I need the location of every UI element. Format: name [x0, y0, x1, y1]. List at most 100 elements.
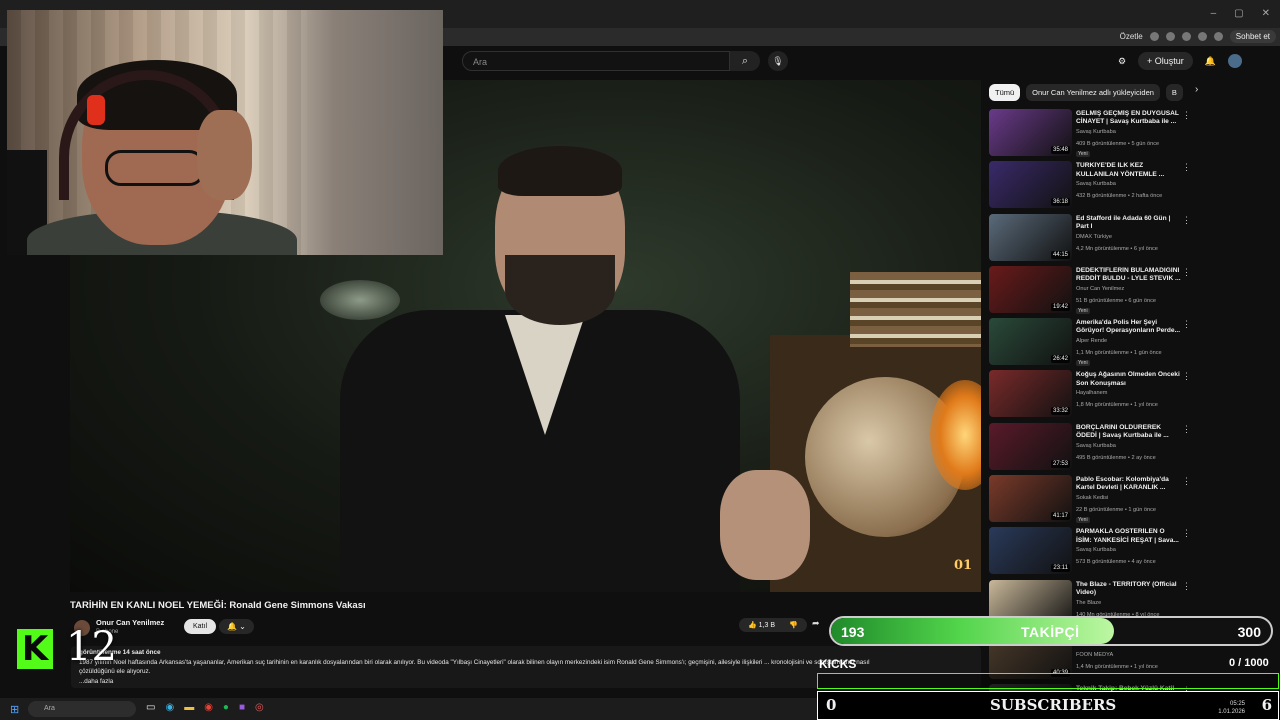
recommendation-item[interactable]: 44:15 Ed Stafford ile Adada 60 Gün | Par… [989, 213, 1199, 265]
create-button[interactable]: + Oluştur [1138, 52, 1193, 70]
recommendation-title[interactable]: Amerika'da Polis Her Şeyi Görüyor! Opera… [1076, 319, 1182, 335]
system-clock[interactable]: 05:25 1.01.2026 [1185, 698, 1245, 716]
like-button[interactable]: 👍 1,3 B [748, 621, 775, 629]
task-view-icon[interactable]: ▭ [146, 702, 155, 713]
more-options-icon[interactable]: ⋮ [1182, 110, 1191, 121]
recommendation-channel[interactable]: The Blaze [1076, 600, 1101, 606]
recommendation-title[interactable]: Koğuş Ağasının Ölmeden Önceki Son Konuşm… [1076, 371, 1182, 387]
recommendation-item[interactable]: 27:53 BORÇLARINI ÖLDÜREREK ÖDEDİ | Savaş… [989, 422, 1199, 474]
recommendation-title[interactable]: PARMAKLA GÖSTERİLEN O İSİM: YANKESİCİ RE… [1076, 528, 1182, 544]
maximize-button[interactable]: ▢ [1234, 8, 1243, 19]
video-thumbnail[interactable]: 33:32 [989, 370, 1072, 418]
recommendation-item[interactable]: 41:17 Pablo Escobar: Kolombiya'da Kartel… [989, 474, 1199, 526]
kicks-progress-bar [817, 673, 1279, 689]
recommendation-item[interactable]: 35:48 GELMİŞ GEÇMİŞ EN DUYGUSAL CİNAYET … [989, 108, 1199, 160]
chip-more[interactable]: B [1165, 84, 1183, 101]
recommendation-meta: 51 B görüntülenme • 6 gün önce [1076, 297, 1157, 304]
subscribe-bell-button[interactable]: 🔔 ⌄ [219, 619, 254, 634]
recommendation-title[interactable]: The Blaze - TERRITORY (Official Video) [1076, 581, 1182, 597]
spotify-icon[interactable]: ● [223, 702, 229, 713]
recommendation-channel[interactable]: Onur Can Yenilmez [1076, 286, 1124, 292]
search-input[interactable]: Ara [462, 51, 730, 71]
chrome-icon[interactable]: ◉ [204, 702, 213, 713]
recommendation-channel[interactable]: Sokak Kedisi [1076, 495, 1108, 501]
share-icon[interactable]: ➦ [812, 618, 820, 629]
chevron-right-icon[interactable]: › [1195, 84, 1198, 101]
recommendation-channel[interactable]: Savaş Kurtbaba [1076, 443, 1116, 449]
notifications-icon[interactable]: 🔔 [1205, 56, 1216, 67]
refresh-icon[interactable] [1197, 32, 1207, 41]
video-thumbnail[interactable]: 26:42 [989, 318, 1072, 366]
recommendation-channel[interactable]: FOON MEDYA [1076, 652, 1113, 658]
more-options-icon[interactable]: ⋮ [1182, 371, 1191, 382]
join-button[interactable]: Katıl [184, 619, 217, 634]
more-options-icon[interactable]: ⋮ [1182, 424, 1191, 435]
recommendation-title[interactable]: DEDEKTİFLERİN BULAMADIĞINI REDDİT BULDU … [1076, 267, 1182, 283]
profile-icon[interactable] [1213, 32, 1223, 41]
recommendation-item[interactable]: 33:32 Koğuş Ağasının Ölmeden Önceki Son … [989, 369, 1199, 421]
video-thumbnail[interactable]: 41:17 [989, 475, 1072, 523]
video-thumbnail[interactable]: 23:11 [989, 527, 1072, 575]
recommendation-channel[interactable]: DMAX Türkiye [1076, 234, 1112, 240]
kicks-label: KICKS [819, 657, 857, 671]
video-duration: 19:42 [1050, 302, 1070, 311]
recommendation-title[interactable]: GELMİŞ GEÇMİŞ EN DUYGUSAL CİNAYET | Sava… [1076, 110, 1182, 126]
video-thumbnail[interactable]: 19:42 [989, 265, 1072, 313]
recommendation-item[interactable]: 19:42 DEDEKTİFLERİN BULAMADIĞINI REDDİT … [989, 265, 1199, 317]
video-thumbnail[interactable]: 36:18 [989, 161, 1072, 209]
edge-icon[interactable]: ◉ [165, 702, 174, 713]
recommendation-title[interactable]: TÜRKİYE'DE İLK KEZ KULLANILAN YÖNTEMLE .… [1076, 162, 1182, 178]
recommendation-channel[interactable]: Savaş Kurtbaba [1076, 129, 1116, 135]
taskbar-search[interactable]: Ara [28, 701, 136, 717]
microphone-icon[interactable]: 🎙 [768, 51, 788, 71]
subscribers-label: SUBSCRIBERS [990, 696, 1117, 714]
like-count: 1,3 B [758, 622, 776, 629]
extension-icon[interactable] [1181, 32, 1191, 41]
more-options-icon[interactable]: ⋮ [1182, 528, 1191, 539]
recommendation-channel[interactable]: Hayalhanem [1076, 390, 1107, 396]
chat-button[interactable]: Sohbet et [1229, 30, 1276, 43]
recommendation-meta: 432 B görüntülenme • 2 hafta önce [1076, 193, 1163, 200]
avatar[interactable] [1228, 54, 1242, 68]
app-icon[interactable]: ■ [239, 702, 245, 713]
more-options-icon[interactable]: ⋮ [1182, 581, 1191, 592]
dislike-button[interactable]: 👎 [789, 621, 798, 629]
app-icon[interactable]: ◎ [255, 702, 264, 713]
start-icon[interactable]: ⊞ [10, 703, 19, 716]
chip-all[interactable]: Tümü [989, 84, 1021, 101]
more-options-icon[interactable]: ⋮ [1182, 319, 1191, 330]
filter-chips: Tümü Onur Can Yenilmez adlı yükleyiciden… [989, 84, 1198, 101]
more-options-icon[interactable]: ⋮ [1182, 476, 1191, 487]
minimize-button[interactable]: – [1211, 8, 1217, 19]
recommendation-item[interactable]: 23:11 PARMAKLA GÖSTERİLEN O İSİM: YANKES… [989, 526, 1199, 578]
recommendation-title[interactable]: Pablo Escobar: Kolombiya'da Kartel Devle… [1076, 476, 1182, 492]
extension-icon[interactable] [1149, 32, 1159, 41]
video-books [850, 272, 981, 347]
follower-target: 300 [1237, 624, 1261, 640]
recommendation-channel[interactable]: Alper Rende [1076, 338, 1107, 344]
video-duration: 41:17 [1050, 512, 1070, 521]
channel-watermark: 01 [954, 558, 973, 573]
folder-icon[interactable]: ▬ [184, 702, 194, 713]
video-thumbnail[interactable]: 35:48 [989, 109, 1072, 156]
recommendation-item[interactable]: 26:42 Amerika'da Polis Her Şeyi Görüyor!… [989, 317, 1199, 369]
search-icon[interactable]: ⌕ [730, 51, 760, 71]
more-options-icon[interactable]: ⋮ [1182, 162, 1191, 173]
recommendation-item[interactable]: 36:18 TÜRKİYE'DE İLK KEZ KULLANILAN YÖNT… [989, 160, 1199, 212]
video-thumbnail[interactable]: 27:53 [989, 422, 1072, 470]
recommendation-title[interactable]: Ed Stafford ile Adada 60 Gün | Part I [1076, 215, 1182, 231]
video-duration: 44:15 [1050, 250, 1070, 259]
summarize-button[interactable]: Özetle [1120, 32, 1143, 41]
recommendation-channel[interactable]: Savaş Kurtbaba [1076, 547, 1116, 553]
more-options-icon[interactable]: ⋮ [1182, 215, 1191, 226]
video-thumbnail[interactable]: 44:15 [989, 213, 1072, 261]
chip-uploader[interactable]: Onur Can Yenilmez adlı yükleyiciden [1026, 84, 1160, 101]
recommendation-title[interactable]: BORÇLARINI ÖLDÜREREK ÖDEDİ | Savaş Kurtb… [1076, 424, 1182, 440]
kicks-value: 0 / 1000 [1229, 657, 1269, 669]
window-controls: – ▢ ✕ [1211, 8, 1270, 19]
recommendation-channel[interactable]: Savaş Kurtbaba [1076, 181, 1116, 187]
cast-icon[interactable]: ⚙ [1118, 56, 1126, 67]
star-icon[interactable] [1165, 32, 1175, 41]
close-button[interactable]: ✕ [1262, 8, 1270, 19]
more-options-icon[interactable]: ⋮ [1182, 267, 1191, 278]
